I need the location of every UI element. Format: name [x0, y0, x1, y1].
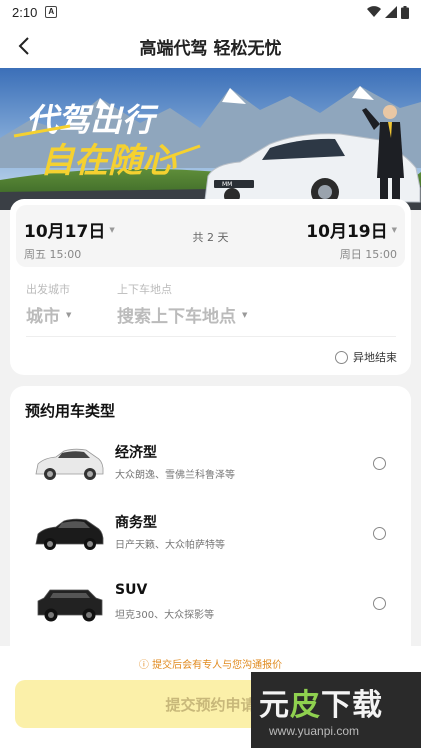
end-date-picker[interactable]: 10月19日 ▼ 周日 15:00	[306, 217, 397, 262]
offsite-label: 异地结束	[353, 351, 397, 364]
car-type-radio[interactable]	[373, 527, 386, 540]
location-search[interactable]: 上下车地点 搜索上下车地点 ▼	[117, 281, 247, 327]
info-icon: ⓘ	[138, 660, 149, 671]
suv-car-icon	[37, 589, 103, 622]
watermark-url: www.yuanpi.com	[269, 724, 360, 738]
car-type-name: 经济型	[115, 445, 157, 461]
car-type-radio[interactable]	[373, 597, 386, 610]
submit-label: 提交预约申请	[165, 695, 256, 714]
nav-bar: 高端代驾 轻松无忧	[0, 24, 421, 68]
car-type-heading: 预约用车类型	[25, 402, 116, 420]
notice-text: 提交后会有专人与您沟通报价	[152, 660, 283, 671]
signal-icon	[385, 6, 397, 18]
car-type-name: 商务型	[115, 515, 157, 531]
location-label: 上下车地点	[117, 283, 172, 296]
banner-headline-line2: 自在随心	[40, 141, 177, 181]
car-type-item[interactable]: 经济型 大众朗逸、雪佛兰科鲁泽等	[10, 438, 411, 498]
sedan-car-icon	[35, 448, 104, 480]
battery-icon	[401, 5, 409, 19]
date-range-box: 10月17日 ▼ 周五 15:00 共 2 天 10月19日 ▼ 周日 15:00	[16, 205, 405, 267]
car-plate: MM	[222, 181, 232, 188]
end-date: 10月19日	[306, 222, 388, 242]
status-bar: 2:10 A	[0, 0, 421, 24]
banner-headline-line1: 代驾出行	[26, 101, 159, 139]
car-type-card: 预约用车类型 经济型 大众朗逸、雪佛兰科鲁泽等 商务型 日产天籁、大众帕萨特等	[10, 386, 411, 666]
location-value: 搜索上下车地点	[117, 307, 236, 327]
city-value: 城市	[26, 307, 60, 327]
status-time: 2:10	[12, 4, 38, 20]
car-type-radio[interactable]	[373, 457, 386, 470]
offsite-end-option[interactable]: 异地结束	[335, 349, 397, 365]
start-date: 10月17日	[24, 222, 106, 242]
promo-banner: 代驾出行 自在随心 MM	[0, 68, 421, 210]
car-type-item[interactable]: 商务型 日产天籁、大众帕萨特等	[10, 508, 411, 568]
car-type-name: SUV	[115, 582, 148, 598]
car-type-item[interactable]: SUV 坦克300、大众探影等	[10, 578, 411, 638]
banner-illustration: 代驾出行 自在随心 MM	[0, 68, 421, 210]
wifi-icon	[367, 6, 381, 18]
caret-down-icon: ▼	[66, 310, 72, 319]
trip-card: 10月17日 ▼ 周五 15:00 共 2 天 10月19日 ▼ 周日 15:00 …	[10, 199, 411, 375]
car-type-desc: 日产天籁、大众帕萨特等	[115, 540, 225, 551]
back-button[interactable]	[8, 30, 40, 62]
page-title: 高端代驾 轻松无忧	[139, 38, 282, 59]
offsite-radio[interactable]	[335, 350, 348, 364]
caret-down-icon: ▼	[391, 225, 397, 234]
car-type-desc: 大众朗逸、雪佛兰科鲁泽等	[115, 470, 235, 481]
city-selector[interactable]: 出发城市 城市 ▼	[26, 281, 71, 327]
location-row: 出发城市 城市 ▼ 上下车地点 搜索上下车地点 ▼	[26, 281, 396, 337]
end-time: 周日 15:00	[339, 248, 397, 261]
start-date-picker[interactable]: 10月17日 ▼ 周五 15:00	[24, 217, 115, 262]
notification-a-icon: A	[45, 6, 58, 18]
car-type-desc: 坦克300、大众探影等	[115, 610, 215, 621]
watermark-logo: 元皮下载	[259, 688, 383, 723]
caret-down-icon: ▼	[109, 225, 115, 234]
start-time: 周五 15:00	[24, 248, 82, 261]
city-label: 出发城市	[26, 283, 70, 296]
watermark: 元皮下载 www.yuanpi.com	[251, 672, 421, 748]
business-car-icon	[35, 518, 104, 550]
caret-down-icon: ▼	[242, 310, 248, 319]
chevron-left-icon	[18, 37, 29, 55]
notice-bar: ⓘ 提交后会有专人与您沟通报价	[0, 656, 421, 671]
